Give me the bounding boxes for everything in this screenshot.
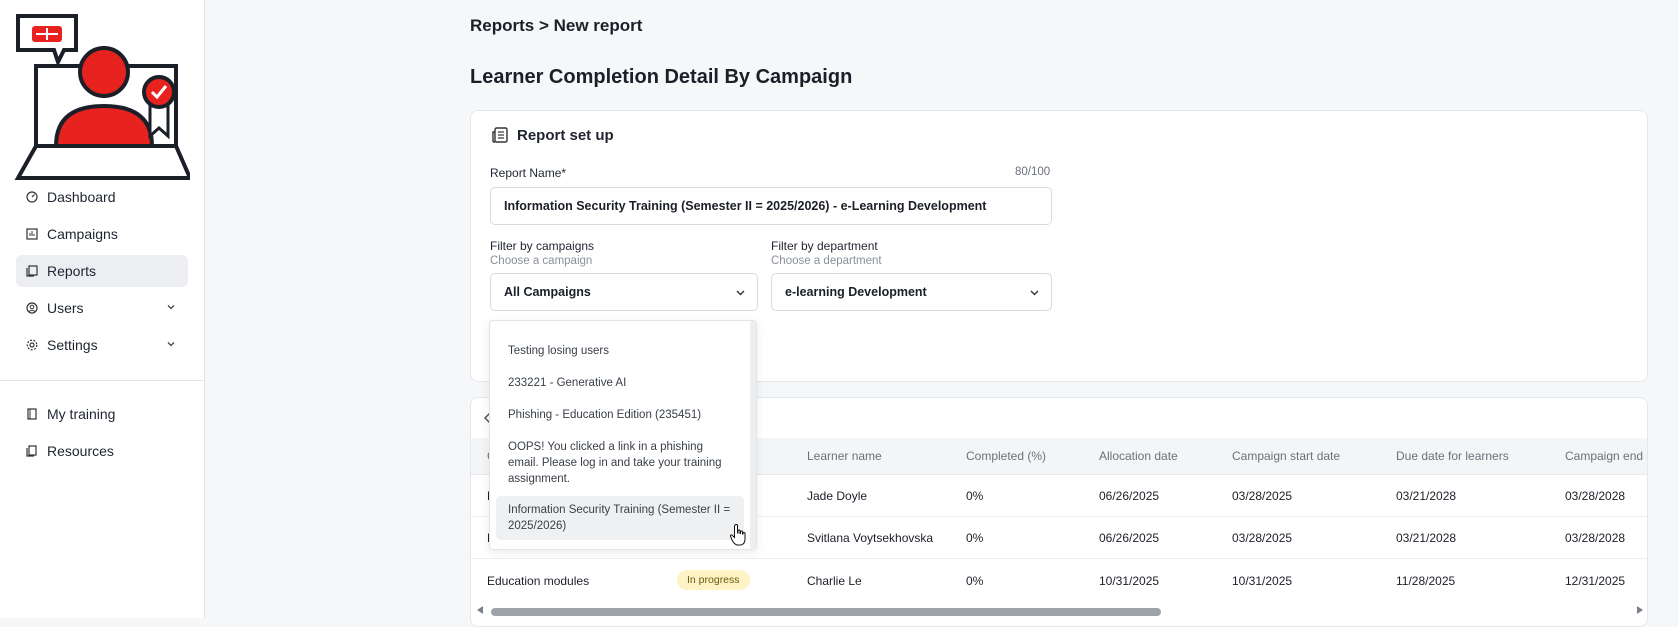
campaign-end-date: 03/28/2028 [1565,489,1626,503]
sidebar-item-label: Settings [47,337,98,353]
report-name-label: Report Name* [490,166,567,180]
sidebar-item-users[interactable]: Users [16,292,188,324]
column-header[interactable]: Due date for learners [1396,449,1509,463]
brand-logo [14,14,190,180]
sidebar-item-label: Reports [47,263,97,279]
char-counter: 80/100 [1015,166,1051,178]
column-header[interactable]: Learner name [807,449,882,463]
campaign-start-date: 03/28/2025 [1232,531,1293,545]
sidebar-item-dashboard[interactable]: Dashboard [16,181,188,213]
completed-percent: 0% [966,531,984,545]
main-nav: Dashboard Campaigns Reports Users Settin… [16,181,188,366]
allocation-date: 06/26/2025 [1099,489,1160,503]
sidebar-item-settings[interactable]: Settings [16,329,188,361]
breadcrumb: Reports > New report [470,16,643,35]
completed-percent: 0% [966,489,984,503]
chart-icon [26,228,38,240]
campaign-start-date: 03/28/2025 [1232,489,1293,503]
scroll-left-arrow[interactable] [477,606,483,614]
secondary-nav: My training Resources [16,398,188,472]
campaign-select[interactable]: All Campaigns [490,273,758,311]
campaign-select-value: All Campaigns [504,285,591,299]
user-circle-icon [26,302,38,314]
sidebar-item-label: Users [47,300,84,316]
sidebar-item-my-training[interactable]: My training [16,398,188,430]
column-header[interactable]: Allocation date [1099,449,1178,463]
sidebar-item-label: Dashboard [47,189,116,205]
dropdown-option-hovered[interactable]: Information Security Training (Semester … [496,496,744,540]
campaign-filter-hint: Choose a campaign [490,255,593,267]
scroll-right-arrow[interactable] [1637,606,1643,614]
column-header[interactable]: Campaign start date [1232,449,1340,463]
allocation-date: 06/26/2025 [1099,531,1160,545]
book-icon [26,408,38,420]
learner-name: Jade Doyle [807,489,868,503]
dropdown-option[interactable]: 233221 - Generative AI [496,375,744,393]
due-date: 11/28/2025 [1396,574,1456,588]
sidebar: Dashboard Campaigns Reports Users Settin… [0,0,205,618]
horizontal-scrollbar[interactable] [491,608,1161,616]
sidebar-item-label: Resources [47,443,114,459]
status-badge: In progress [677,570,750,590]
sidebar-item-reports[interactable]: Reports [16,255,188,287]
sidebar-item-label: My training [47,406,116,422]
chevron-down-icon [167,342,175,347]
report-name-value: Information Security Training (Semester … [504,199,987,213]
allocation-date: 10/31/2025 [1099,574,1160,588]
files-icon [26,445,38,457]
report-name-input[interactable]: Information Security Training (Semester … [490,187,1052,225]
sidebar-item-campaigns[interactable]: Campaigns [16,218,188,250]
gauge-icon [26,191,38,203]
sidebar-item-label: Campaigns [47,226,118,242]
chevron-down-icon [167,305,175,310]
page-title: Learner Completion Detail By Campaign [470,66,853,88]
department-filter-label: Filter by department [771,239,878,253]
campaign-end-date: 03/28/2028 [1565,531,1626,545]
column-header[interactable]: Campaign end [1565,449,1643,463]
campaign-end-date: 12/31/2025 [1565,574,1626,588]
dropdown-scrollbar[interactable] [750,321,756,551]
campaign-dropdown: Testing losing users 233221 - Generative… [489,320,757,551]
document-icon [26,265,38,277]
newspaper-icon [491,126,509,144]
campaign-start-date: 10/31/2025 [1232,574,1293,588]
gear-icon [26,339,38,351]
due-date: 03/21/2028 [1396,489,1457,503]
department-select[interactable]: e-learning Development [771,273,1052,311]
completed-percent: 0% [966,574,984,588]
card-title: Report set up [491,126,614,144]
chevron-down-icon [1030,290,1039,296]
department-select-value: e-learning Development [785,285,927,299]
chevron-down-icon [736,290,745,296]
campaign-filter-label: Filter by campaigns [490,239,595,253]
card-title-text: Report set up [517,126,614,144]
dropdown-option[interactable]: Phishing - Education Edition (235451) [496,407,744,425]
department-filter-hint: Choose a department [771,255,882,267]
sidebar-divider [0,380,204,381]
dropdown-option[interactable]: Testing losing users [496,343,744,361]
column-header[interactable]: Completed (%) [966,449,1046,463]
row-divider [471,558,1647,559]
hand-cursor-icon [730,524,746,546]
sidebar-item-resources[interactable]: Resources [16,435,188,467]
dropdown-option[interactable]: OOPS! You clicked a link in a phishing e… [496,439,744,487]
learner-name: Charlie Le [807,574,862,588]
learner-name: Svitlana Voytsekhovska [807,531,934,545]
due-date: 03/21/2028 [1396,531,1457,545]
campaign-name: Education modules [487,574,590,588]
